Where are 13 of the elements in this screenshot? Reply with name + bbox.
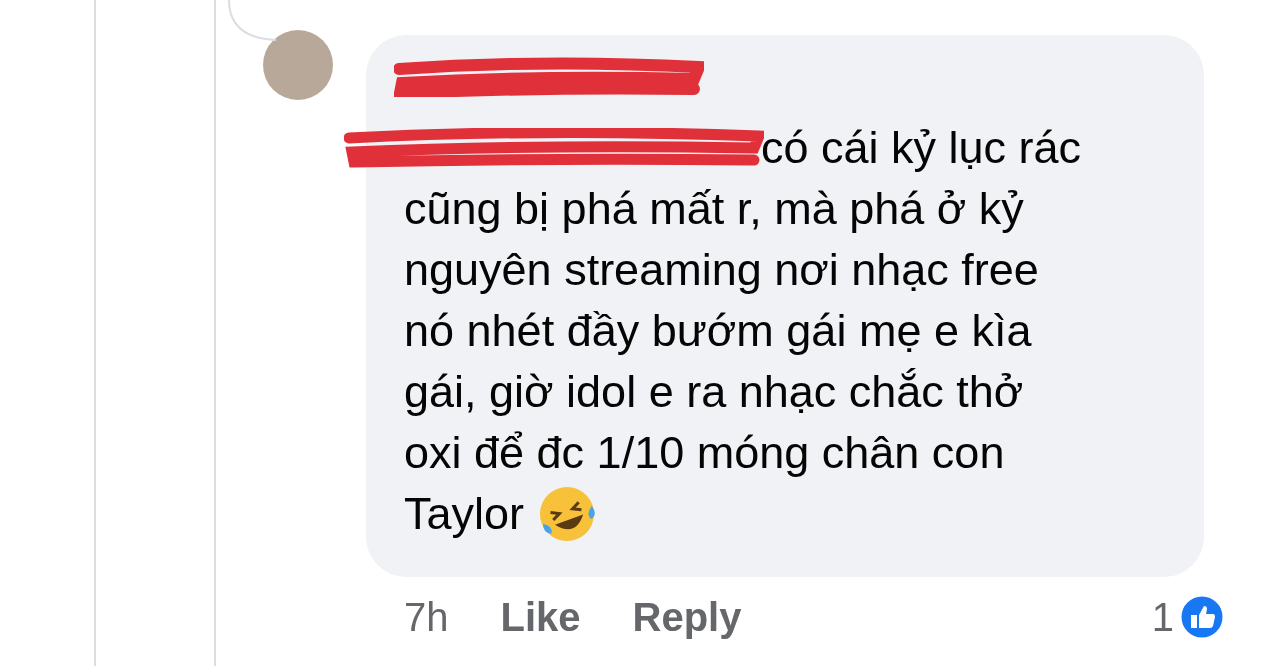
comment-text: oxi để đc 1/10 móng chân con: [404, 426, 1005, 479]
like-icon[interactable]: [1178, 593, 1226, 641]
comment-time: 7h: [404, 594, 449, 640]
comment-text: nó nhét đầy bướm gái mẹ e kìa: [404, 304, 1032, 357]
laughing-face-icon: [538, 484, 597, 543]
comment-text: có cái kỷ lục rác: [761, 121, 1082, 174]
reaction-count: 1: [1151, 594, 1174, 640]
comment-text: cũng bị phá mất r, mà phá ở kỷ: [404, 182, 1024, 235]
comment-action[interactable]: Reply: [632, 594, 742, 640]
comment-action[interactable]: Like: [500, 594, 581, 640]
comment-text: gái, giờ idol e ra nhạc chắc thở: [404, 365, 1024, 418]
comment-text: Taylor: [404, 487, 525, 540]
comment-text: nguyên streaming nơi nhạc free: [404, 243, 1039, 296]
